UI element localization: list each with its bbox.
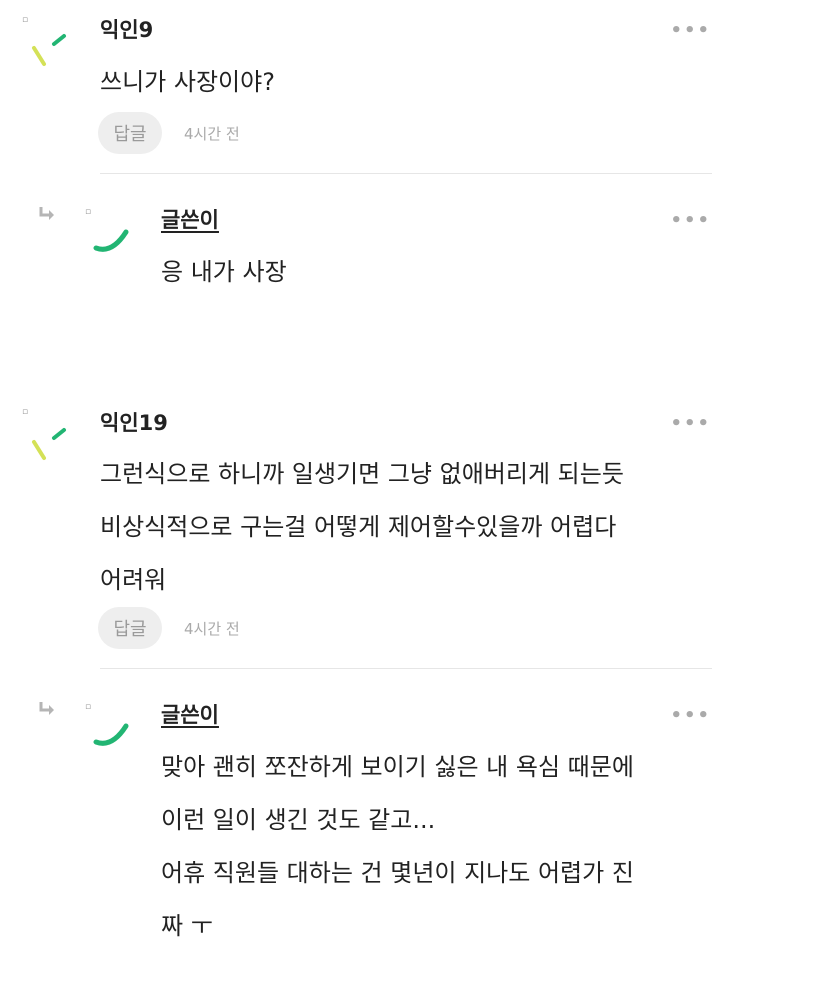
comment-time: 4시간 전 — [184, 125, 240, 143]
reply-button[interactable]: 답글 — [98, 607, 162, 649]
comment-author[interactable]: 익인9 — [100, 20, 153, 41]
comment-time: 4시간 전 — [184, 620, 240, 638]
avatar-dot-icon: ▫ — [85, 702, 92, 712]
avatar-icon — [32, 428, 66, 460]
comment-author[interactable]: 글쓴이 — [161, 705, 219, 726]
comment-line: 어휴 직원들 대하는 건 몇년이 지나도 어렵가 진 — [161, 859, 634, 887]
reply-button[interactable]: 답글 — [98, 112, 162, 154]
avatar-dot-icon: ▫ — [22, 15, 29, 25]
comment-text: 쓰니가 사장이야? — [100, 56, 275, 109]
more-options-icon[interactable]: ••• — [670, 415, 711, 433]
comment-text: 그런식으로 하니까 일생기면 그냥 없애버리게 되는듯 비상식적으로 구는걸 어… — [100, 448, 624, 607]
comment-author[interactable]: 익인19 — [100, 413, 168, 434]
more-options-icon[interactable]: ••• — [670, 707, 711, 725]
more-options-icon[interactable]: ••• — [670, 22, 711, 40]
comment-line: 비상식적으로 구는걸 어떻게 제어할수있을까 어렵다 — [100, 513, 617, 541]
avatar-dot-icon: ▫ — [85, 207, 92, 217]
reply-arrow-icon — [39, 207, 54, 220]
comment-line: 맞아 괜히 쪼잔하게 보이기 싫은 내 욕심 때문에 — [161, 753, 634, 781]
reply-arrow-icon — [39, 702, 54, 715]
comment-line: 짜 ㅜ — [161, 912, 213, 940]
avatar-icon — [93, 229, 129, 252]
comment-line: 쓰니가 사장이야? — [100, 68, 275, 96]
divider — [100, 668, 712, 669]
comment-text: 맞아 괜히 쪼잔하게 보이기 싫은 내 욕심 때문에 이런 일이 생긴 것도 같… — [161, 741, 634, 953]
comment-text: 응 내가 사장 — [161, 246, 287, 299]
comment-line: 이런 일이 생긴 것도 같고... — [161, 806, 436, 834]
comment-line: 응 내가 사장 — [161, 258, 287, 286]
avatar-icon — [32, 34, 66, 66]
avatar-dot-icon: ▫ — [22, 407, 29, 417]
comment-author[interactable]: 글쓴이 — [161, 210, 219, 231]
avatar-icon — [93, 723, 129, 746]
comment-line: 그런식으로 하니까 일생기면 그냥 없애버리게 되는듯 — [100, 460, 624, 488]
divider — [100, 173, 712, 174]
comment-line: 어려워 — [100, 566, 167, 594]
more-options-icon[interactable]: ••• — [670, 212, 711, 230]
